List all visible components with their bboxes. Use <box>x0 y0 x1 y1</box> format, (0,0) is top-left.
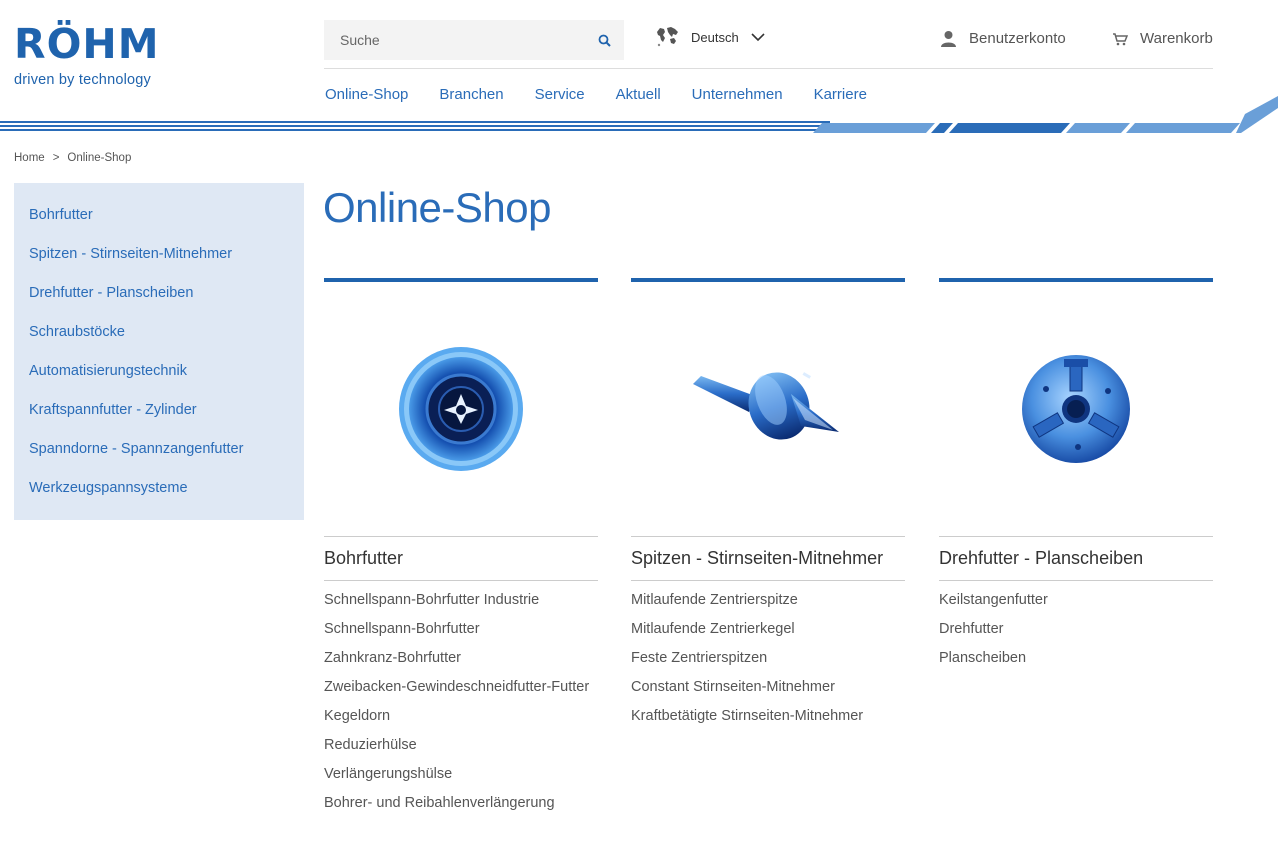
subcategory-link[interactable]: Zweibacken-Gewindeschneidfutter-Futter <box>324 677 598 706</box>
sidebar-item-spitzen[interactable]: Spitzen - Stirnseiten-Mitnehmer <box>14 244 304 283</box>
subcategory-link[interactable]: Reduzierhülse <box>324 735 598 764</box>
subcategory-link[interactable]: Planscheiben <box>939 648 1213 677</box>
subcategory-list: Mitlaufende Zentrierspitze Mitlaufende Z… <box>631 581 905 735</box>
sidebar-item-spanndorne[interactable]: Spanndorne - Spannzangenfutter <box>14 439 304 478</box>
category-title-bohrfutter[interactable]: Bohrfutter <box>324 537 598 580</box>
cart-label: Warenkorb <box>1140 30 1213 47</box>
search-icon <box>598 34 611 47</box>
logo-tagline: driven by technology <box>14 72 151 88</box>
sidebar-item-drehfutter[interactable]: Drehfutter - Planscheiben <box>14 283 304 322</box>
category-image-drehfutter[interactable] <box>939 282 1213 536</box>
language-label: Deutsch <box>691 29 739 45</box>
sidebar-item-werkzeugspannsysteme[interactable]: Werkzeugspannsysteme <box>14 478 304 517</box>
category-image-spitzen[interactable] <box>631 282 905 536</box>
page-title: Online-Shop <box>323 184 551 231</box>
logo[interactable]: RÖHM driven by technology <box>14 22 159 94</box>
category-column-bohrfutter: Bohrfutter Schnellspann-Bohrfutter Indus… <box>324 278 598 822</box>
drill-chuck-icon <box>399 347 523 471</box>
category-column-spitzen: Spitzen - Stirnseiten-Mitnehmer Mitlaufe… <box>631 278 905 735</box>
language-selector[interactable]: Deutsch <box>656 26 765 48</box>
account-link[interactable]: Benutzerkonto <box>940 30 1066 47</box>
lathe-chuck-icon <box>1022 355 1130 463</box>
search-button[interactable] <box>584 20 624 60</box>
subcategory-list: Schnellspann-Bohrfutter Industrie Schnel… <box>324 581 598 822</box>
subcategory-link[interactable]: Kraftbetätigte Stirnseiten-Mitnehmer <box>631 706 905 735</box>
subcategory-link[interactable]: Kegeldorn <box>324 706 598 735</box>
chevron-down-icon <box>751 32 765 41</box>
subcategory-link[interactable]: Schnellspann-Bohrfutter <box>324 619 598 648</box>
subcategory-list: Keilstangenfutter Drehfutter Planscheibe… <box>939 581 1213 677</box>
subcategory-link[interactable]: Mitlaufende Zentrierspitze <box>631 590 905 619</box>
search-input[interactable] <box>324 20 584 60</box>
subcategory-link[interactable]: Verlängerungshülse <box>324 764 598 793</box>
account-label: Benutzerkonto <box>969 30 1066 47</box>
live-center-icon <box>693 372 839 440</box>
user-icon <box>941 31 956 47</box>
globe-icon <box>657 27 678 47</box>
sidebar-item-automatisierung[interactable]: Automatisierungstechnik <box>14 361 304 400</box>
breadcrumb-home[interactable]: Home <box>14 152 45 164</box>
subcategory-link[interactable]: Constant Stirnseiten-Mitnehmer <box>631 677 905 706</box>
breadcrumb-current[interactable]: Online-Shop <box>67 152 131 164</box>
sidebar-item-schraubstoecke[interactable]: Schraubstöcke <box>14 322 304 361</box>
search-box <box>324 20 624 60</box>
decorative-stripes <box>0 96 1278 133</box>
cart-icon <box>1113 32 1128 45</box>
category-image-bohrfutter[interactable] <box>324 282 598 536</box>
logo-wordmark: RÖHM <box>14 20 160 68</box>
category-column-drehfutter: Drehfutter - Planscheiben Keilstangenfut… <box>939 278 1213 677</box>
subcategory-link[interactable]: Schnellspann-Bohrfutter Industrie <box>324 590 598 619</box>
category-title-drehfutter[interactable]: Drehfutter - Planscheiben <box>939 537 1213 580</box>
subcategory-link[interactable]: Zahnkranz-Bohrfutter <box>324 648 598 677</box>
sidebar-item-bohrfutter[interactable]: Bohrfutter <box>14 205 304 244</box>
breadcrumb-separator: > <box>52 152 60 164</box>
subcategory-link[interactable]: Mitlaufende Zentrierkegel <box>631 619 905 648</box>
category-title-spitzen[interactable]: Spitzen - Stirnseiten-Mitnehmer <box>631 537 905 580</box>
cart-link[interactable]: Warenkorb <box>1112 30 1213 47</box>
sidebar-item-kraftspannfutter[interactable]: Kraftspannfutter - Zylinder <box>14 400 304 439</box>
subcategory-link[interactable]: Drehfutter <box>939 619 1213 648</box>
breadcrumb: Home > Online-Shop <box>14 152 131 164</box>
header-divider <box>324 68 1213 69</box>
subcategory-link[interactable]: Bohrer- und Reibahlenverlängerung <box>324 793 598 822</box>
sidebar-category-menu: Bohrfutter Spitzen - Stirnseiten-Mitnehm… <box>14 183 304 520</box>
subcategory-link[interactable]: Feste Zentrierspitzen <box>631 648 905 677</box>
subcategory-link[interactable]: Keilstangenfutter <box>939 590 1213 619</box>
